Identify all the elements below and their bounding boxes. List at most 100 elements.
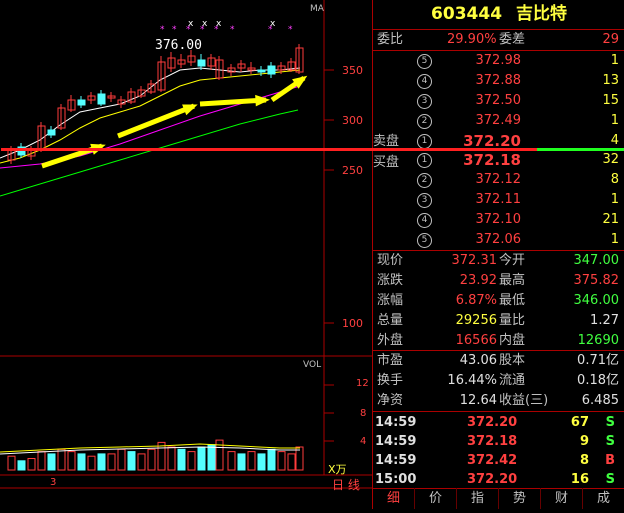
- sell-label: 卖盘: [373, 134, 400, 149]
- quote-label: 现价: [377, 253, 404, 268]
- tick-row[interactable]: 15:00 372.20 16 S: [375, 470, 624, 490]
- high-price-label: 376.00: [155, 38, 202, 53]
- volume-bar: [77, 453, 86, 471]
- quote-label: 量比: [499, 313, 526, 328]
- sell-qty: 15: [602, 93, 619, 108]
- signal-cross: x: [216, 19, 222, 29]
- signal-star: *: [288, 25, 293, 35]
- signal-cross: x: [202, 19, 208, 29]
- volume-bar: [17, 460, 26, 471]
- vol-tick-4: 4: [360, 436, 367, 447]
- tick-volume: 8: [579, 453, 589, 468]
- stock-title: 603444 吉比特: [373, 0, 624, 28]
- buy-price: 372.12: [475, 172, 522, 187]
- volume-bar: [7, 455, 16, 471]
- quote-row: 涨跌 23.92 最高 375.82: [377, 271, 624, 291]
- quote-label: 今开: [499, 253, 526, 268]
- signal-cross: x: [270, 19, 276, 29]
- buy-level-4: 4: [417, 213, 432, 228]
- sell-price: 372.49: [475, 113, 522, 128]
- sell-order-row[interactable]: 2 372.49 1: [373, 111, 624, 131]
- tick-price: 372.18: [467, 434, 518, 449]
- ma-label: MA: [310, 4, 324, 14]
- sell-price: 372.98: [475, 53, 522, 68]
- volume-bar: [247, 451, 256, 471]
- buy-price: 372.06: [475, 232, 522, 247]
- stock-code: 603444: [431, 4, 503, 24]
- tab-4[interactable]: 财: [541, 488, 583, 509]
- sell-level-1: 1: [417, 134, 432, 149]
- buy-price: 372.10: [475, 212, 522, 227]
- sell-qty: 13: [602, 73, 619, 88]
- tick-row[interactable]: 14:59 372.42 8 B: [375, 451, 624, 471]
- volume-bar: [57, 448, 66, 471]
- tab-1[interactable]: 价: [415, 488, 457, 509]
- volume-bar: [207, 444, 216, 471]
- kline-chart-panel[interactable]: * * * * * * * * x x x x MA VOL 350 300 250 100 12 8…: [0, 0, 372, 509]
- tick-time: 14:59: [375, 415, 417, 430]
- candle-body: [267, 65, 276, 75]
- quote-value: 347.00: [573, 253, 620, 268]
- period-label[interactable]: 日 线: [332, 476, 360, 493]
- stock-name: 吉比特: [515, 4, 567, 24]
- signal-star: *: [172, 25, 177, 35]
- fundamental-row: 市盈 43.06 股本 0.71亿: [377, 351, 624, 371]
- sell-level-3: 3: [417, 94, 432, 109]
- quote-value: 346.00: [573, 293, 620, 308]
- volume-bar: [237, 453, 246, 471]
- weicha-label: 委差: [499, 32, 526, 47]
- fundamental-value: 16.44%: [447, 373, 497, 388]
- buy-qty: 8: [610, 172, 619, 187]
- tick-time: 14:59: [375, 434, 417, 449]
- fundamental-row: 换手 16.44% 流通 0.18亿: [377, 371, 624, 391]
- volume-bar: [97, 453, 106, 471]
- candle-body: [47, 129, 56, 136]
- vol-label: VOL: [303, 360, 322, 370]
- quote-label: 涨跌: [377, 273, 404, 288]
- tick-price: 372.20: [467, 472, 518, 487]
- tab-2[interactable]: 指: [457, 488, 499, 509]
- quote-row: 涨幅 6.87% 最低 346.00: [377, 291, 624, 311]
- quote-label: 最高: [499, 273, 526, 288]
- kline-chart[interactable]: * * * * * * * *x x x x: [0, 0, 372, 509]
- sell-order-row[interactable]: 4 372.88 13: [373, 71, 624, 91]
- signal-cross: x: [188, 19, 194, 29]
- trend-arrow: [270, 75, 308, 103]
- tick-volume: 16: [570, 472, 589, 487]
- fundamental-row: 净资 12.64 收益(三) 6.485: [377, 391, 624, 411]
- buy-order-row[interactable]: 5 372.06 1: [373, 230, 624, 250]
- tab-5[interactable]: 成: [583, 488, 624, 509]
- sell-order-row[interactable]: 5 372.98 1: [373, 51, 624, 71]
- tab-0[interactable]: 细: [373, 488, 415, 509]
- buy-qty: 1: [610, 232, 619, 247]
- trend-arrow: [199, 94, 270, 107]
- volume-bar: [87, 455, 96, 471]
- buy-order-row[interactable]: 4 372.10 21: [373, 210, 624, 230]
- tab-3[interactable]: 势: [499, 488, 541, 509]
- sell-qty: 1: [610, 53, 619, 68]
- volume-bar: [277, 451, 286, 471]
- volume-bar: [257, 453, 266, 471]
- sell-order-row[interactable]: 3 372.50 15: [373, 91, 624, 111]
- volume-bar: [197, 446, 206, 471]
- vol-tick-8: 8: [360, 408, 367, 419]
- tick-side: S: [605, 434, 615, 449]
- buy-order-row[interactable]: 3 372.11 1: [373, 190, 624, 210]
- vol-unit: X万: [328, 463, 347, 476]
- quote-value: 16566: [455, 333, 497, 348]
- quote-label: 涨幅: [377, 293, 404, 308]
- fundamental-value: 43.06: [459, 353, 497, 368]
- fundamental-value: 12.64: [459, 393, 497, 408]
- tick-row[interactable]: 14:59 372.20 67 S: [375, 413, 624, 433]
- fundamental-value: 0.18亿: [577, 373, 619, 388]
- buy-level-1: 1: [417, 153, 432, 168]
- buy-order-row[interactable]: 2 372.12 8: [373, 170, 624, 190]
- tick-row[interactable]: 14:59 372.18 9 S: [375, 432, 624, 452]
- volume-bar: [37, 451, 46, 471]
- buy-qty: 21: [602, 212, 619, 227]
- signal-star: *: [230, 25, 235, 35]
- quote-label: 最低: [499, 293, 526, 308]
- volume-bar: [47, 453, 56, 471]
- tick-side: B: [605, 453, 615, 468]
- buy-order-row[interactable]: 1 372.18 32: [373, 150, 624, 170]
